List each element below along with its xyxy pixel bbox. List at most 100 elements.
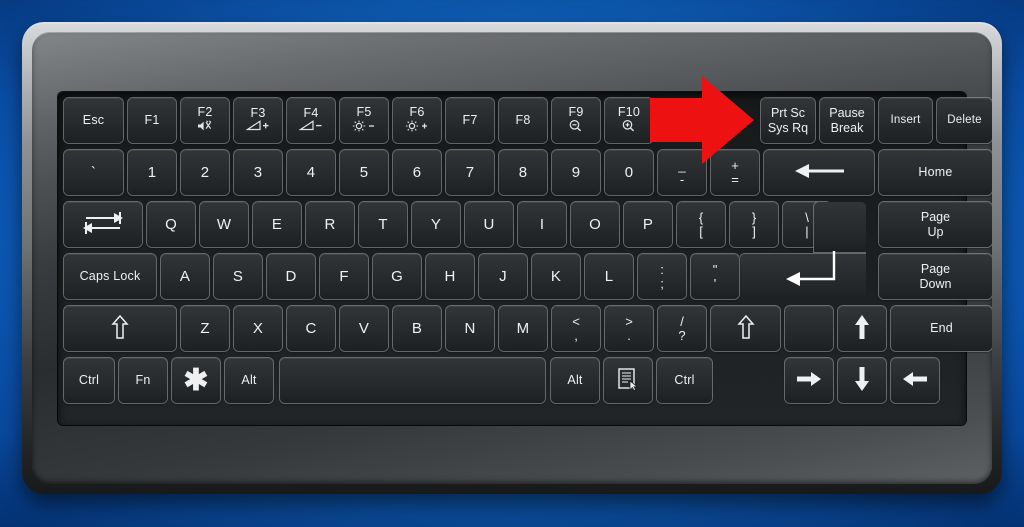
key-space[interactable] xyxy=(280,358,545,403)
key-arrow-down[interactable] xyxy=(838,358,886,403)
key-caps-lock[interactable]: Caps Lock xyxy=(64,254,156,299)
key-letter-y[interactable]: Y xyxy=(412,202,460,247)
key-arrow-up[interactable] xyxy=(838,306,886,351)
key-print-screen[interactable]: Prt Sc Sys Rq xyxy=(761,98,815,143)
key-letter-o[interactable]: O xyxy=(571,202,619,247)
key-tab[interactable] xyxy=(64,202,142,247)
key-ctrl-left[interactable]: Ctrl xyxy=(64,358,114,403)
key-f7[interactable]: F7 xyxy=(446,98,494,143)
key-f2[interactable]: F2 xyxy=(181,98,229,143)
key-arrow-left[interactable] xyxy=(785,358,833,403)
key-letter-s[interactable]: S xyxy=(214,254,262,299)
enter-upper-part xyxy=(814,202,866,252)
key-letter-u[interactable]: U xyxy=(465,202,513,247)
key-f8[interactable]: F8 xyxy=(499,98,547,143)
key-f4[interactable]: F4 xyxy=(287,98,335,143)
key-letter-k[interactable]: K xyxy=(532,254,580,299)
key-label-secondary: , xyxy=(574,327,578,343)
key-period[interactable]: > . xyxy=(605,306,653,351)
key-letter-m[interactable]: M xyxy=(499,306,547,351)
key-letter-n[interactable]: N xyxy=(446,306,494,351)
key-label: E xyxy=(271,215,283,233)
key-label-secondary: ; xyxy=(660,275,664,291)
key-f3[interactable]: F3 xyxy=(234,98,282,143)
key-pause-break[interactable]: Pause Break xyxy=(820,98,874,143)
key-label: Alt xyxy=(241,373,257,388)
key-digit-7[interactable]: 7 xyxy=(446,150,494,195)
key-label: C xyxy=(305,319,317,337)
key-digit-3[interactable]: 3 xyxy=(234,150,282,195)
key-delete[interactable]: Delete xyxy=(937,98,992,143)
key-letter-w[interactable]: W xyxy=(200,202,248,247)
key-letter-d[interactable]: D xyxy=(267,254,315,299)
key-quote[interactable]: " ' xyxy=(691,254,739,299)
key-label-secondary: ? xyxy=(678,327,686,343)
key-label: : xyxy=(660,261,664,277)
key-ctrl-right[interactable]: Ctrl xyxy=(657,358,712,403)
key-letter-b[interactable]: B xyxy=(393,306,441,351)
key-digit-9[interactable]: 9 xyxy=(552,150,600,195)
key-letter-q[interactable]: Q xyxy=(147,202,195,247)
key-label: F10 xyxy=(617,104,641,119)
key-letter-z[interactable]: Z xyxy=(181,306,229,351)
key-label: F1 xyxy=(144,113,160,128)
key-label: V xyxy=(358,319,370,337)
key-super[interactable]: ✱ xyxy=(172,358,220,403)
key-f9[interactable]: F9 xyxy=(552,98,600,143)
key-shift-right[interactable] xyxy=(711,306,780,351)
key-menu[interactable] xyxy=(604,358,652,403)
brightness-up-icon xyxy=(404,120,430,135)
key-f5[interactable]: F5 xyxy=(340,98,388,143)
key-label: Esc xyxy=(82,113,105,128)
key-digit-5[interactable]: 5 xyxy=(340,150,388,195)
key-letter-f[interactable]: F xyxy=(320,254,368,299)
key-enter[interactable] xyxy=(740,202,866,299)
key-digit-1[interactable]: 1 xyxy=(128,150,176,195)
key-letter-c[interactable]: C xyxy=(287,306,335,351)
key-letter-e[interactable]: E xyxy=(253,202,301,247)
key-digit-4[interactable]: 4 xyxy=(287,150,335,195)
key-letter-v[interactable]: V xyxy=(340,306,388,351)
keyboard-chassis: Esc F1 F2 F3 F4 F5 F6 F7 F8 F9 F10 Prt S… xyxy=(22,22,1002,494)
key-label: 4 xyxy=(306,163,316,181)
key-letter-x[interactable]: X xyxy=(234,306,282,351)
key-letter-h[interactable]: H xyxy=(426,254,474,299)
key-alt-right[interactable]: Alt xyxy=(551,358,599,403)
key-alt-left[interactable]: Alt xyxy=(225,358,273,403)
key-backspace[interactable] xyxy=(764,150,874,195)
key-page-down[interactable]: Page Down xyxy=(879,254,992,299)
key-f10[interactable]: F10 xyxy=(605,98,653,143)
key-shift-left[interactable] xyxy=(64,306,176,351)
key-digit-2[interactable]: 2 xyxy=(181,150,229,195)
key-blank[interactable] xyxy=(785,306,833,351)
key-escape[interactable]: Esc xyxy=(64,98,123,143)
key-digit-6[interactable]: 6 xyxy=(393,150,441,195)
key-letter-g[interactable]: G xyxy=(373,254,421,299)
key-label: U xyxy=(483,215,495,233)
key-label: J xyxy=(499,267,507,285)
key-fn[interactable]: Fn xyxy=(119,358,167,403)
key-digit-8[interactable]: 8 xyxy=(499,150,547,195)
key-digit-0[interactable]: 0 xyxy=(605,150,653,195)
key-end[interactable]: End xyxy=(891,306,992,351)
key-bracket-left[interactable]: { [ xyxy=(677,202,725,247)
key-comma[interactable]: < , xyxy=(552,306,600,351)
key-letter-l[interactable]: L xyxy=(585,254,633,299)
key-f1[interactable]: F1 xyxy=(128,98,176,143)
key-page-up[interactable]: Page Up xyxy=(879,202,992,247)
key-insert[interactable]: Insert xyxy=(879,98,932,143)
key-arrow-right[interactable] xyxy=(891,358,939,403)
key-letter-r[interactable]: R xyxy=(306,202,354,247)
key-home[interactable]: Home xyxy=(879,150,992,195)
key-letter-j[interactable]: J xyxy=(479,254,527,299)
key-letter-a[interactable]: A xyxy=(161,254,209,299)
key-slash[interactable]: / ? xyxy=(658,306,706,351)
key-letter-i[interactable]: I xyxy=(518,202,566,247)
key-f6[interactable]: F6 xyxy=(393,98,441,143)
key-letter-p[interactable]: P xyxy=(624,202,672,247)
key-semicolon[interactable]: : ; xyxy=(638,254,686,299)
key-label: L xyxy=(604,267,614,285)
key-backtick[interactable]: ` xyxy=(64,150,123,195)
key-letter-t[interactable]: T xyxy=(359,202,407,247)
key-label: F9 xyxy=(568,104,584,119)
